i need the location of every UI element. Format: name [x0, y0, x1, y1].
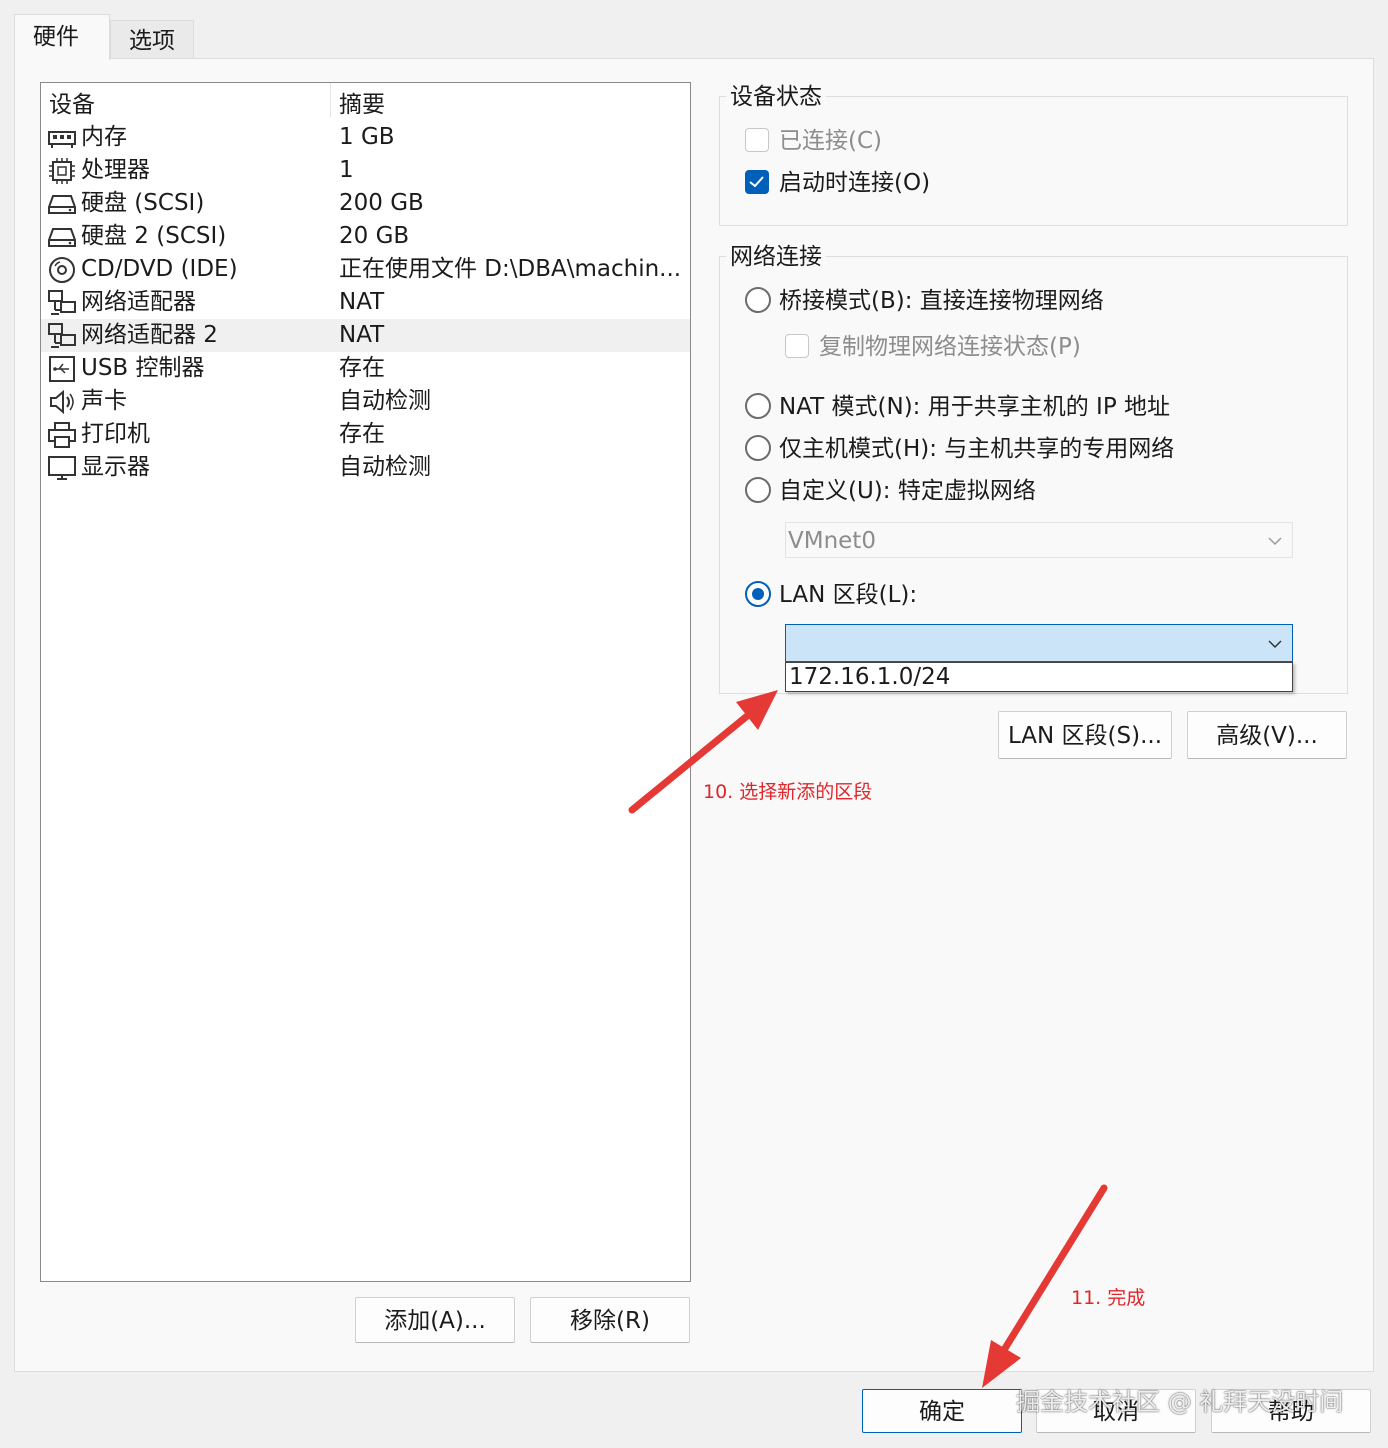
device-row-network-adapter[interactable]: 网络适配器 NAT	[41, 286, 690, 319]
radio-circle	[745, 581, 771, 607]
device-summary: 正在使用文件 D:\DBA\machin...	[339, 256, 679, 282]
connected-label: 已连接(C)	[779, 128, 883, 154]
radio-circle	[745, 393, 771, 419]
column-separator[interactable]	[330, 83, 331, 117]
network-adapter-icon	[48, 290, 76, 315]
checkbox-box	[745, 170, 769, 194]
device-name: 显示器	[81, 454, 150, 480]
memory-icon	[48, 131, 76, 148]
device-row-display[interactable]: 显示器 自动检测	[41, 451, 690, 484]
device-name: 硬盘 2 (SCSI)	[81, 223, 227, 249]
device-name: 处理器	[81, 157, 150, 183]
connect-at-power-on-label: 启动时连接(O)	[779, 170, 931, 196]
watermark: 掘金技术社区 @ 礼拜天没时间	[1016, 1388, 1344, 1416]
chevron-down-icon	[1268, 537, 1282, 546]
device-row-network-adapter-2[interactable]: 网络适配器 2 NAT	[41, 319, 690, 352]
processor-icon	[49, 158, 75, 184]
annotation-step10: 10. 选择新添的区段	[703, 781, 873, 803]
tab-options-label: 选项	[129, 28, 175, 54]
remove-device-button[interactable]: 移除(R)	[530, 1297, 690, 1343]
tab-hardware-label: 硬件	[33, 24, 79, 50]
lan-segment-select[interactable]	[785, 624, 1293, 662]
lan-segment-option[interactable]: 172.16.1.0/24	[787, 663, 1291, 691]
radio-circle	[745, 435, 771, 461]
column-header-summary[interactable]: 摘要	[339, 89, 385, 121]
checkbox-box	[745, 128, 769, 152]
device-summary: 自动检测	[339, 388, 431, 414]
device-summary: 20 GB	[339, 223, 410, 249]
replicate-state-label: 复制物理网络连接状态(P)	[819, 334, 1081, 360]
add-device-button[interactable]: 添加(A)...	[355, 1297, 515, 1343]
radio-circle	[745, 477, 771, 503]
device-summary: 1 GB	[339, 124, 395, 150]
device-name: CD/DVD (IDE)	[81, 256, 238, 282]
advanced-button[interactable]: 高级(V)...	[1187, 711, 1347, 759]
checkbox-box	[785, 334, 809, 358]
column-header-device[interactable]: 设备	[49, 89, 95, 121]
device-row-cd-dvd[interactable]: CD/DVD (IDE) 正在使用文件 D:\DBA\machin...	[41, 253, 690, 286]
hard-disk-icon	[48, 195, 76, 214]
device-list[interactable]: 设备 摘要 内存 1 GB 处理器 1 硬盘 (SCSI) 200 GB 硬盘 …	[40, 82, 691, 1282]
host-only-label: 仅主机模式(H): 与主机共享的专用网络	[779, 436, 1175, 462]
device-row-memory[interactable]: 内存 1 GB	[41, 121, 690, 154]
device-name: 声卡	[81, 388, 127, 414]
device-name: 内存	[81, 124, 127, 150]
device-row-hard-disk[interactable]: 硬盘 (SCSI) 200 GB	[41, 187, 690, 220]
device-summary: 自动检测	[339, 454, 431, 480]
tab-options[interactable]: 选项	[110, 20, 194, 58]
ok-button[interactable]: 确定	[862, 1389, 1022, 1433]
device-summary: NAT	[339, 322, 385, 348]
device-name: 网络适配器	[81, 289, 196, 315]
lan-segment-dropdown: 172.16.1.0/24	[785, 662, 1293, 692]
tab-hardware[interactable]: 硬件	[14, 14, 110, 60]
annotation-step11: 11. 完成	[1071, 1287, 1146, 1309]
radio-circle	[745, 287, 771, 313]
device-row-hard-disk-2[interactable]: 硬盘 2 (SCSI) 20 GB	[41, 220, 690, 253]
custom-network-value: VMnet0	[788, 528, 876, 554]
device-summary: NAT	[339, 289, 385, 315]
device-summary: 存在	[339, 355, 385, 381]
printer-icon	[48, 422, 76, 448]
lan-segments-button[interactable]: LAN 区段(S)...	[998, 711, 1172, 759]
nat-label: NAT 模式(N): 用于共享主机的 IP 地址	[779, 394, 1170, 420]
device-summary: 1	[339, 157, 354, 183]
network-adapter-icon	[48, 323, 76, 348]
hard-disk-icon	[48, 228, 76, 247]
usb-icon	[49, 356, 75, 382]
device-status-group	[719, 96, 1348, 226]
bridged-label: 桥接模式(B): 直接连接物理网络	[779, 288, 1104, 314]
cd-dvd-icon	[49, 257, 75, 283]
network-connection-title: 网络连接	[726, 241, 826, 273]
custom-label: 自定义(U): 特定虚拟网络	[779, 478, 1036, 504]
speaker-icon	[50, 389, 74, 415]
device-summary: 200 GB	[339, 190, 424, 216]
device-row-printer[interactable]: 打印机 存在	[41, 418, 690, 451]
device-name: USB 控制器	[81, 355, 205, 381]
checkmark-icon	[749, 176, 764, 188]
device-name: 硬盘 (SCSI)	[81, 190, 205, 216]
device-name: 网络适配器 2	[81, 322, 218, 348]
device-row-usb-controller[interactable]: USB 控制器 存在	[41, 352, 690, 385]
device-row-processor[interactable]: 处理器 1	[41, 154, 690, 187]
device-row-sound-card[interactable]: 声卡 自动检测	[41, 385, 690, 418]
chevron-down-icon	[1268, 640, 1282, 649]
lan-segment-label: LAN 区段(L):	[779, 582, 918, 608]
device-summary: 存在	[339, 421, 385, 447]
monitor-icon	[48, 456, 76, 480]
device-status-title: 设备状态	[726, 81, 826, 113]
device-name: 打印机	[81, 421, 150, 447]
custom-network-select[interactable]: VMnet0	[785, 522, 1293, 558]
